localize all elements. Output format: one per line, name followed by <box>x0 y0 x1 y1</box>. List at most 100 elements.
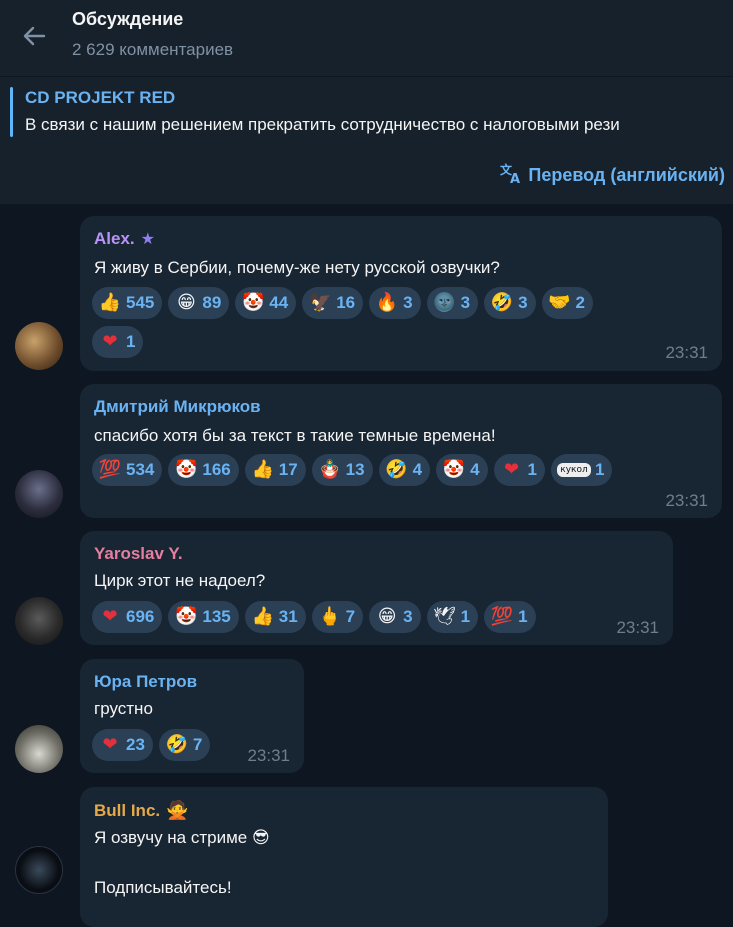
comment-text: Я живу в Сербии, почему-же нету русской … <box>94 258 500 277</box>
reaction-count: 2 <box>575 293 586 312</box>
author-name-text: Yaroslav Y. <box>94 544 183 563</box>
reaction-pill[interactable]: 🦅 16 <box>302 287 364 319</box>
author-name[interactable]: Дмитрий Микрюков <box>94 397 261 417</box>
author-name-text: Дмитрий Микрюков <box>94 397 261 416</box>
translate-label: Перевод (английский) <box>528 165 725 185</box>
reaction-count: 89 <box>202 293 222 312</box>
reaction-pill[interactable]: ❤ 1 <box>493 454 545 486</box>
reaction-count: 13 <box>345 460 365 479</box>
reaction-pill[interactable]: 🤡 135 <box>168 601 239 633</box>
reaction-pill[interactable]: 💯 534 <box>92 454 163 486</box>
reaction-count: 1 <box>460 607 471 626</box>
author-name[interactable]: Bull Inc. 🙅 <box>94 800 189 821</box>
reaction-pill[interactable]: 🤣 3 <box>484 287 536 319</box>
timestamp: 23:31 <box>616 618 659 637</box>
author-name[interactable]: Alex. ★ <box>94 229 155 249</box>
pinned-accent-bar <box>10 87 13 137</box>
avatar[interactable] <box>15 846 63 894</box>
reaction-pill[interactable]: 🕊 1 <box>426 601 479 633</box>
reaction-pill[interactable]: 👍 17 <box>244 454 306 486</box>
pinned-text: В связи с нашим решением прекратить сотр… <box>25 115 620 134</box>
reaction-pill[interactable]: 🖕 7 <box>311 601 364 633</box>
author-name[interactable]: Yaroslav Y. <box>94 544 183 564</box>
page-title: Обсуждение <box>72 9 184 29</box>
thumbs-up-icon: 👍 <box>98 292 122 313</box>
reaction-pill[interactable]: 🤡 44 <box>235 287 297 319</box>
heart-icon: ❤ <box>102 331 118 352</box>
reaction-count: 23 <box>126 735 145 754</box>
comment-text: грустно <box>94 699 153 718</box>
comment-count: 2 629 комментариев <box>72 40 234 59</box>
timestamp: 23:31 <box>665 491 708 510</box>
chat-header: Обсуждение 2 629 комментариев <box>0 0 733 76</box>
comment-text: Я озвучу на стриме 😎 <box>94 828 270 847</box>
rofl-icon: 🤣 <box>490 292 514 313</box>
doll-sticker-icon: кукол <box>557 463 591 477</box>
reaction-count: 696 <box>126 607 155 626</box>
hundred-icon: 💯 <box>490 606 514 627</box>
translate-icon: 文A <box>499 161 523 190</box>
reaction-count: 4 <box>412 460 423 479</box>
reaction-row: 👍 545 😁 89 🤡 44 🦅 16 🔥 3 🌚 3 🤣 3 🤝 2 <box>92 287 594 319</box>
translate-bar: 文A Перевод (английский) <box>0 148 733 204</box>
clown-icon: 🤡 <box>242 292 265 313</box>
reaction-pill[interactable]: 🤣 4 <box>378 454 431 486</box>
svg-text:A: A <box>510 172 520 185</box>
reaction-pill[interactable]: 🤡 166 <box>168 454 239 486</box>
avatar[interactable] <box>15 322 63 370</box>
person-gesture-icon: 🙅 <box>166 800 189 821</box>
avatar[interactable] <box>15 470 63 518</box>
author-name[interactable]: Юра Петров <box>94 672 197 692</box>
reaction-pill[interactable]: 👍 545 <box>92 287 163 319</box>
middle-finger-icon: 🖕 <box>318 606 341 627</box>
reaction-count: 1 <box>126 332 136 351</box>
reaction-count: 44 <box>269 293 289 312</box>
reaction-row: ❤ 23 🤣 7 <box>92 729 211 761</box>
pinned-post[interactable]: CD PROJEKT RED В связи с нашим решением … <box>0 76 733 150</box>
heart-icon: ❤ <box>102 606 118 627</box>
reaction-pill[interactable]: 🌚 3 <box>426 287 479 319</box>
clown-icon: 🤡 <box>442 459 466 480</box>
thumbs-up-icon: 👍 <box>251 459 274 480</box>
reaction-pill[interactable]: 💯 1 <box>484 601 536 633</box>
reaction-pill[interactable]: 👍 31 <box>244 601 306 633</box>
reaction-pill[interactable]: 😁 3 <box>369 601 421 633</box>
grin-icon: 😁 <box>377 606 397 627</box>
new-moon-face-icon: 🌚 <box>433 292 456 313</box>
comment-bubble: Yaroslav Y. Цирк этот не надоел? ❤ 696 🤡 13… <box>80 531 673 645</box>
reaction-pill[interactable]: 🔥 3 <box>369 287 421 319</box>
reaction-count: 7 <box>192 735 203 754</box>
reaction-pill[interactable]: 😁 89 <box>168 287 230 319</box>
pinned-title: CD PROJEKT RED <box>25 88 176 107</box>
translate-button[interactable]: 文A Перевод (английский) <box>499 161 725 190</box>
reaction-pill[interactable]: ❤ 1 <box>92 326 144 358</box>
reaction-count: 3 <box>518 293 528 312</box>
avatar[interactable] <box>15 597 63 645</box>
author-name-text: Bull Inc. <box>94 800 161 820</box>
timestamp: 23:31 <box>665 343 708 362</box>
reaction-count: 545 <box>126 293 155 312</box>
rofl-icon: 🤣 <box>165 734 189 755</box>
comment-bubble: Юра Петров грустно ❤ 23 🤣 7 23:31 <box>80 659 304 773</box>
reaction-pill[interactable]: кукол 1 <box>551 454 613 486</box>
reaction-pill[interactable]: ❤ 23 <box>92 729 153 761</box>
avatar[interactable] <box>15 725 63 773</box>
dove-icon: 🕊 <box>433 606 457 627</box>
grin-icon: 😁 <box>176 292 196 313</box>
reaction-count: 16 <box>336 293 356 312</box>
hundred-icon: 💯 <box>98 459 122 480</box>
reaction-pill[interactable]: 🤝 2 <box>541 287 594 319</box>
comment-bubble: Bull Inc. 🙅 Я озвучу на стриме 😎 Подписы… <box>80 787 608 927</box>
comment-text: Цирк этот не надоел? <box>94 571 266 590</box>
reaction-count: 1 <box>595 460 605 479</box>
reaction-count: 3 <box>403 607 413 626</box>
author-name-text: Юра Петров <box>94 672 198 691</box>
reaction-pill[interactable]: 🤡 4 <box>436 454 488 486</box>
reaction-pill[interactable]: 🪆 13 <box>311 454 373 486</box>
back-arrow-icon[interactable] <box>18 20 50 52</box>
reaction-count: 7 <box>345 607 356 626</box>
reaction-pill[interactable]: ❤ 696 <box>92 601 163 633</box>
star-icon: ★ <box>140 231 155 248</box>
reaction-pill[interactable]: 🤣 7 <box>158 729 211 761</box>
reaction-count: 31 <box>278 607 298 626</box>
